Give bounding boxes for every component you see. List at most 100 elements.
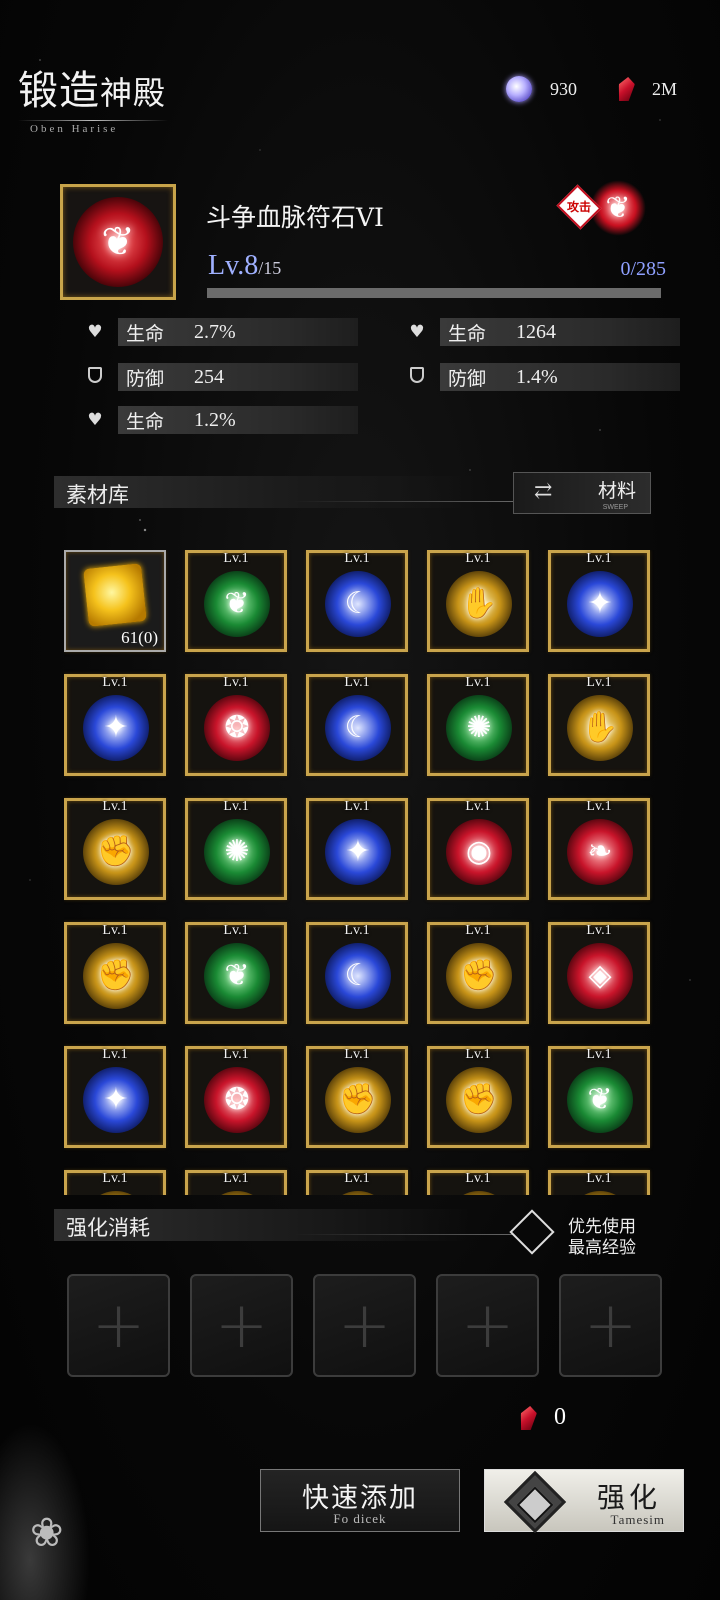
rune-orb: ❦ <box>73 197 163 287</box>
rune-level-label: Lv.1 <box>465 551 491 566</box>
rune-item[interactable]: ✋ Lv.1 <box>548 674 650 776</box>
rune-item[interactable]: ✺ Lv.1 <box>427 674 529 776</box>
rune-item[interactable]: ☾ Lv.1 <box>306 550 408 652</box>
rune-glyph-icon: ☾ <box>344 586 372 621</box>
rune-item[interactable]: Lv.1 <box>185 1170 287 1195</box>
rune-item[interactable]: ✊ Lv.1 <box>306 1046 408 1148</box>
consume-slot[interactable]: + <box>313 1274 416 1377</box>
rune-item[interactable]: ✦ Lv.1 <box>548 550 650 652</box>
rune-glyph-icon <box>83 1191 149 1195</box>
blood-tree-icon: ❦ <box>605 190 631 226</box>
rune-item[interactable]: ❦ Lv.1 <box>185 922 287 1024</box>
stat-value: 1264 <box>516 320 556 343</box>
crystal-currency[interactable]: 930 <box>506 74 577 104</box>
rune-item[interactable]: ✦ Lv.1 <box>64 674 166 776</box>
rune-item[interactable]: ❦ Lv.1 <box>185 550 287 652</box>
rune-glyph-icon: ☾ <box>344 710 372 745</box>
rune-glyph-icon: ✋ <box>581 710 619 745</box>
rune-item[interactable]: ✺ Lv.1 <box>185 798 287 900</box>
rune-inventory-grid[interactable]: 61(0) ❦ Lv.1 ☾ Lv.1 ✋ Lv.1 ✦ Lv.1 ✦ Lv.1 ❂ Lv.1 ☾ Lv.… <box>64 550 664 1195</box>
rune-glyph-icon: ◈ <box>588 958 612 993</box>
ruby-currency[interactable]: 2M <box>618 74 677 104</box>
stat-right-1: ♥ 生命 1264 <box>406 318 680 346</box>
selected-rune-frame[interactable]: ❦ <box>60 184 176 300</box>
material-cube-item[interactable]: 61(0) <box>64 550 166 652</box>
stat-name: 防御 <box>126 367 165 390</box>
ruby-icon <box>518 1406 538 1430</box>
rune-level-label: Lv.1 <box>344 1047 370 1062</box>
rune-glyph-icon <box>204 1191 270 1195</box>
rune-item[interactable]: ✋ Lv.1 <box>427 550 529 652</box>
priority-max-exp-toggle[interactable]: 优先使用 最高经验 <box>509 1209 692 1258</box>
stat-name: 生命 <box>448 322 487 345</box>
consume-label: 强化消耗 <box>66 1216 150 1240</box>
rune-item[interactable]: Lv.1 <box>306 1170 408 1195</box>
heart-icon: ♥ <box>87 410 103 430</box>
rune-item[interactable]: Lv.1 <box>64 1170 166 1195</box>
rune-item[interactable]: ☾ Lv.1 <box>306 674 408 776</box>
rune-glyph-icon: ✺ <box>466 710 492 745</box>
rune-item[interactable]: Lv.1 <box>427 1170 529 1195</box>
checkbox-diamond-icon[interactable] <box>509 1209 555 1255</box>
quick-add-sublabel: Fo dicek <box>333 1511 387 1526</box>
rune-item[interactable]: ❧ Lv.1 <box>548 798 650 900</box>
rune-level-label: Lv.1 <box>102 1047 128 1062</box>
rune-item[interactable]: ☾ Lv.1 <box>306 922 408 1024</box>
upgrade-button[interactable]: 强化 Tamesim <box>484 1469 684 1534</box>
rune-level-label: Lv.1 <box>586 1047 612 1062</box>
rune-item[interactable]: ✦ Lv.1 <box>64 1046 166 1148</box>
quick-add-button[interactable]: 快速添加 Fo dicek <box>260 1469 460 1532</box>
rune-item[interactable]: ✊ Lv.1 <box>427 1046 529 1148</box>
attack-type-badge: ❦ 攻击 <box>556 176 652 246</box>
swap-arrows-icon: ⇄ <box>534 479 553 504</box>
plus-icon: + <box>460 1288 515 1363</box>
rune-item[interactable]: ✊ Lv.1 <box>427 922 529 1024</box>
rune-level-label: Lv.1 <box>223 799 249 814</box>
rune-item[interactable]: ❂ Lv.1 <box>185 1046 287 1148</box>
stat-left-1: ♥ 生命 2.7% <box>84 318 358 346</box>
priority-label-2: 最高经验 <box>568 1238 636 1258</box>
consume-header: 强化消耗 <box>54 1209 514 1241</box>
rune-level-label: Lv.1 <box>465 923 491 938</box>
library-divider <box>294 501 514 502</box>
upgrade-sublabel: Tamesim <box>610 1512 665 1527</box>
rune-item[interactable]: ✊ Lv.1 <box>64 798 166 900</box>
stat-left-3: ♥ 生命 1.2% <box>84 406 358 434</box>
rune-glyph-icon: ✦ <box>587 586 613 621</box>
sort-button[interactable]: ⇄ 材料 SWEEP <box>513 472 651 514</box>
rune-glyph-icon <box>446 1191 512 1195</box>
level-max: /15 <box>258 258 282 278</box>
rune-level: Lv.8/15 <box>208 250 281 282</box>
rune-item[interactable]: ◈ Lv.1 <box>548 922 650 1024</box>
crystal-icon <box>506 76 532 102</box>
consume-slot[interactable]: + <box>190 1274 293 1377</box>
stat-name: 防御 <box>448 367 487 390</box>
consume-slot[interactable]: + <box>436 1274 539 1377</box>
cost-value: 0 <box>554 1404 566 1430</box>
rune-glyph-icon: ❂ <box>224 710 250 745</box>
stat-value: 1.4% <box>516 365 558 388</box>
attack-tag-label: 攻击 <box>566 200 591 214</box>
rune-item[interactable]: ◉ Lv.1 <box>427 798 529 900</box>
rune-item[interactable]: ❦ Lv.1 <box>548 1046 650 1148</box>
rune-item[interactable]: ✊ Lv.1 <box>64 922 166 1024</box>
rune-level-label: Lv.1 <box>223 923 249 938</box>
rune-name: 斗争血脉符石VI <box>206 203 384 232</box>
rune-item[interactable]: ✦ Lv.1 <box>306 798 408 900</box>
heart-icon: ♥ <box>87 322 103 342</box>
rune-glyph-icon: ✋ <box>460 586 498 621</box>
stat-value: 254 <box>194 365 224 388</box>
consume-slot[interactable]: + <box>67 1274 170 1377</box>
consume-slot[interactable]: + <box>559 1274 662 1377</box>
rune-level-label: Lv.1 <box>102 1171 128 1186</box>
crystal-amount: 930 <box>550 78 577 99</box>
rune-item[interactable]: ❂ Lv.1 <box>185 674 287 776</box>
plus-icon: + <box>91 1288 146 1363</box>
rune-level-label: Lv.1 <box>344 923 370 938</box>
shield-icon <box>84 366 106 388</box>
rune-item[interactable]: Lv.1 <box>548 1170 650 1195</box>
rune-glyph-icon <box>567 1191 633 1195</box>
rune-glyph-icon: ✊ <box>339 1082 377 1117</box>
material-count: 61(0) <box>121 628 158 647</box>
rune-level-label: Lv.1 <box>586 1171 612 1186</box>
